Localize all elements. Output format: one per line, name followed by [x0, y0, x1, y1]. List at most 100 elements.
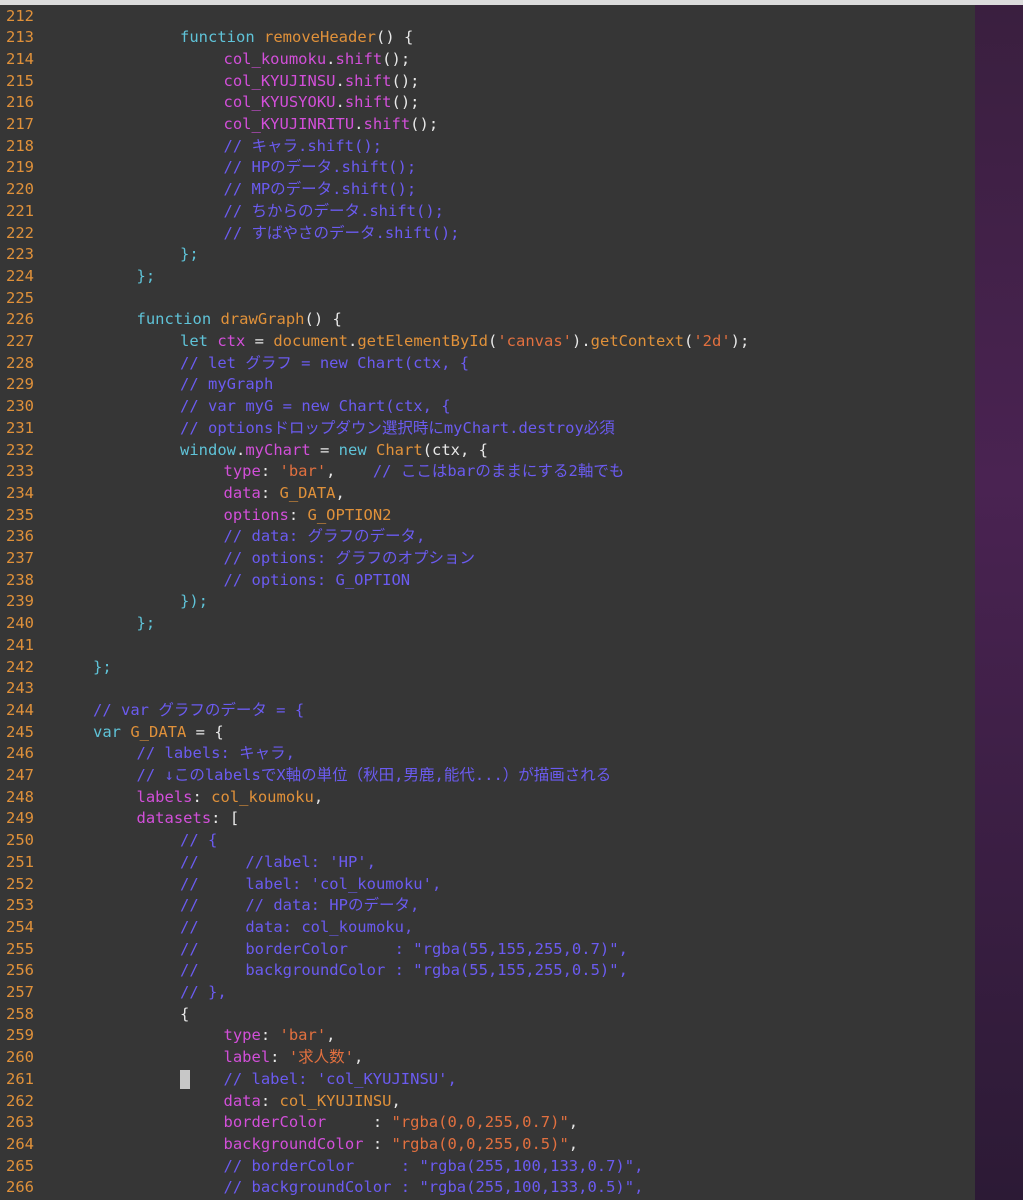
- line-number: 227: [6, 332, 34, 350]
- code-token: // label: 'col_KYUJINSU',: [223, 1069, 457, 1088]
- code-token: :: [260, 1091, 280, 1110]
- code-line[interactable]: 226 function drawGraph() {: [0, 309, 975, 331]
- code-token: function: [180, 28, 264, 47]
- code-line[interactable]: 218 // キャラ.shift();: [0, 136, 975, 158]
- code-line[interactable]: 249 datasets: [: [0, 808, 975, 830]
- code-line[interactable]: 242};: [0, 657, 975, 679]
- code-line[interactable]: 256 // backgroundColor : "rgba(55,155,255…: [0, 960, 975, 982]
- code-line[interactable]: 237 // options: グラフのオプション: [0, 548, 975, 570]
- code-line[interactable]: 234 data: G_DATA,: [0, 483, 975, 505]
- code-token: var: [93, 722, 131, 741]
- code-token: // ↓このlabelsでX軸の単位（秋田,男鹿,能代...）が描画される: [136, 766, 612, 784]
- line-number: 240: [6, 614, 34, 633]
- code-line[interactable]: 227 let ctx = document.getElementById('ca…: [0, 331, 975, 353]
- code-token: ,: [326, 462, 373, 481]
- code-line[interactable]: 265 // borderColor : "rgba(255,100,133,0.…: [0, 1156, 975, 1178]
- code-token: '求人数': [288, 1048, 355, 1067]
- code-line[interactable]: 215 col_KYUJINSU.shift();: [0, 71, 975, 93]
- code-token: getElementById: [357, 332, 488, 350]
- code-line[interactable]: 231 // optionsドロップダウン選択時にmyChart.destroy必…: [0, 418, 975, 440]
- code-text: // borderColor : "rgba(55,155,255,0.7)",: [180, 939, 628, 961]
- code-line[interactable]: 244 // var グラフのデータ = {: [0, 700, 975, 722]
- code-line[interactable]: 225: [0, 288, 975, 310]
- code-line[interactable]: 261 // label: 'col_KYUJINSU',: [0, 1069, 975, 1091]
- line-number: 238: [6, 570, 34, 589]
- code-token: );: [730, 332, 750, 350]
- code-line[interactable]: 222 // すばやさのデータ.shift();: [0, 223, 975, 245]
- code-line[interactable]: 221 // ちからのデータ.shift();: [0, 201, 975, 223]
- code-text: // optionsドロップダウン選択時にmyChart.destroy必須: [180, 418, 615, 440]
- code-line[interactable]: 251 // //label: 'HP',: [0, 852, 975, 874]
- code-line[interactable]: 245 var G_DATA = {: [0, 722, 975, 744]
- code-line[interactable]: 220 // MPのデータ.shift();: [0, 179, 975, 201]
- code-line[interactable]: 241: [0, 635, 975, 657]
- code-line[interactable]: 228 // let グラフ = new Chart(ctx, {: [0, 353, 975, 375]
- code-line[interactable]: 239});: [0, 591, 975, 613]
- code-line[interactable]: 214 col_koumoku.shift();: [0, 49, 975, 71]
- code-line[interactable]: 232 window.myChart = new Chart(ctx, {: [0, 440, 975, 462]
- code-line[interactable]: 255 // borderColor : "rgba(55,155,255,0.7…: [0, 939, 975, 961]
- code-line[interactable]: 266 // backgroundColor : "rgba(255,100,13…: [0, 1177, 975, 1199]
- code-line[interactable]: 243: [0, 678, 975, 700]
- code-line[interactable]: 219 // HPのデータ.shift();: [0, 157, 975, 179]
- code-text: // label: 'col_KYUJINSU',: [224, 1069, 457, 1091]
- code-token: data: [223, 483, 261, 502]
- code-line[interactable]: 257 // },: [0, 982, 975, 1004]
- code-line[interactable]: 224};: [0, 266, 975, 288]
- code-token: .: [347, 332, 358, 350]
- code-token: "rgba(0,0,255,0.7)": [391, 1113, 569, 1132]
- code-token: });: [180, 592, 208, 611]
- code-text: col_koumoku.shift();: [224, 49, 411, 71]
- code-line[interactable]: 258 {: [0, 1004, 975, 1026]
- code-line[interactable]: 235 options: G_OPTION2: [0, 505, 975, 527]
- code-line[interactable]: 229 // myGraph: [0, 374, 975, 396]
- code-token: shift: [344, 71, 392, 90]
- code-line[interactable]: 213 function removeHeader() {: [0, 27, 975, 49]
- code-token: ,: [313, 787, 324, 806]
- code-token: borderColor: [223, 1113, 327, 1132]
- code-line[interactable]: 262 data: col_KYUJINSU,: [0, 1091, 975, 1113]
- code-line[interactable]: 253 // // data: HPのデータ,: [0, 895, 975, 917]
- code-line[interactable]: 250 // {: [0, 830, 975, 852]
- code-text: // ↓このlabelsでX軸の単位（秋田,男鹿,能代...）が描画される: [137, 765, 612, 787]
- line-number: 220: [6, 180, 34, 199]
- code-line[interactable]: 223};: [0, 244, 975, 266]
- code-line[interactable]: 236 // data: グラフのデータ,: [0, 526, 975, 548]
- code-token: };: [93, 657, 112, 676]
- line-number: 260: [6, 1048, 34, 1067]
- code-line[interactable]: 259 type: 'bar',: [0, 1025, 975, 1047]
- line-number: 214: [6, 49, 34, 68]
- code-text: };: [93, 657, 112, 679]
- code-line[interactable]: 217 col_KYUJINRITU.shift();: [0, 114, 975, 136]
- code-editor[interactable]: 212 213 function removeHeader() {214 col_ko…: [0, 5, 975, 1200]
- code-line[interactable]: 212: [0, 6, 975, 28]
- code-token: ();: [391, 71, 420, 90]
- code-token: new: [338, 440, 376, 459]
- code-token: // borderColor : "rgba(55,155,255,0.7)",: [180, 939, 628, 958]
- code-token: G_DATA: [130, 722, 187, 741]
- code-token: .: [335, 93, 345, 112]
- line-number: 221: [6, 201, 34, 220]
- line-number: 231: [6, 418, 34, 437]
- code-line[interactable]: 260 label: '求人数',: [0, 1047, 975, 1069]
- code-line[interactable]: 216 col_KYUSYOKU.shift();: [0, 92, 975, 114]
- code-line[interactable]: 246 // labels: キャラ,: [0, 743, 975, 765]
- code-text: window.myChart = new Chart(ctx, {: [180, 440, 488, 462]
- code-text: {: [180, 1004, 189, 1026]
- code-line[interactable]: 247 // ↓このlabelsでX軸の単位（秋田,男鹿,能代...）が描画される: [0, 765, 975, 787]
- code-token: // data: col_koumoku,: [180, 917, 414, 936]
- code-line[interactable]: 233 type: 'bar', // ここはbarのままにする2軸でも: [0, 461, 975, 483]
- code-line[interactable]: 230 // var myG = new Chart(ctx, {: [0, 396, 975, 418]
- code-line[interactable]: 263 borderColor : "rgba(0,0,255,0.7)",: [0, 1112, 975, 1134]
- line-number: 246: [6, 744, 34, 763]
- code-line[interactable]: 240};: [0, 613, 975, 635]
- code-line[interactable]: 238 // options: G_OPTION: [0, 570, 975, 592]
- code-token: :: [260, 483, 280, 502]
- code-line[interactable]: 264 backgroundColor : "rgba(0,0,255,0.5)"…: [0, 1134, 975, 1156]
- code-token: // MPのデータ.shift();: [223, 180, 417, 199]
- code-line[interactable]: 248 labels: col_koumoku,: [0, 787, 975, 809]
- code-line[interactable]: 254 // data: col_koumoku,: [0, 917, 975, 939]
- code-text: // // data: HPのデータ,: [180, 895, 419, 917]
- code-line[interactable]: 252 // label: 'col_koumoku',: [0, 874, 975, 896]
- code-token: getContext: [590, 332, 684, 350]
